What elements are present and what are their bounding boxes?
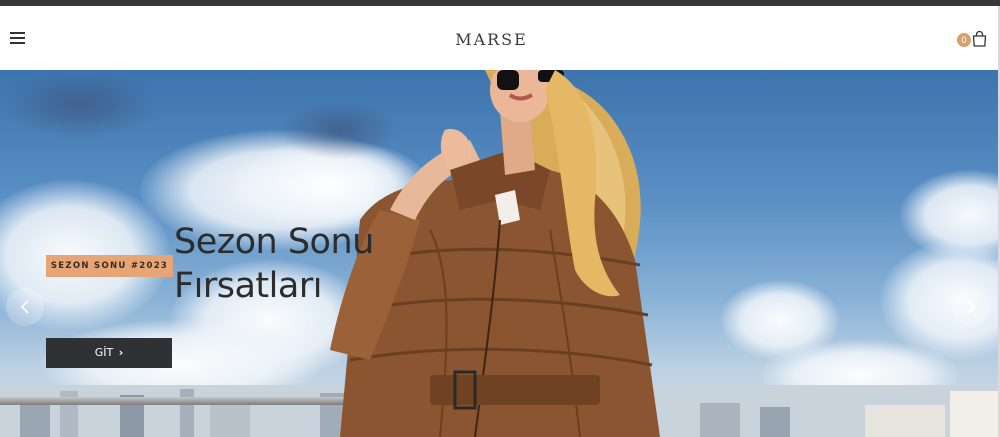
cart-count-badge: 0: [957, 33, 971, 47]
go-button-label: GİT: [94, 346, 114, 359]
chevron-right-icon: [967, 300, 976, 314]
site-logo[interactable]: MARSE: [0, 30, 983, 49]
hero-title-line-2: Fırsatları: [174, 266, 322, 306]
site-header: MARSE 0: [0, 6, 1000, 70]
chevron-right-icon: ›: [118, 346, 124, 359]
season-badge: SEZON SONU #2023: [46, 255, 173, 277]
chevron-left-icon: [20, 300, 29, 314]
cart-button[interactable]: 0: [957, 31, 989, 51]
cloud: [0, 70, 160, 140]
slider-next-button[interactable]: [952, 288, 990, 326]
go-button[interactable]: GİT ›: [46, 338, 172, 368]
hero-title-line-1: Sezon Sonu: [174, 222, 374, 262]
hero-slider: SEZON SONU #2023 Sezon Sonu Fırsatları G…: [0, 70, 1000, 437]
hero-title: Sezon Sonu Fırsatları: [174, 220, 374, 308]
slider-prev-button[interactable]: [6, 288, 44, 326]
shopping-bag-icon: [972, 31, 987, 47]
